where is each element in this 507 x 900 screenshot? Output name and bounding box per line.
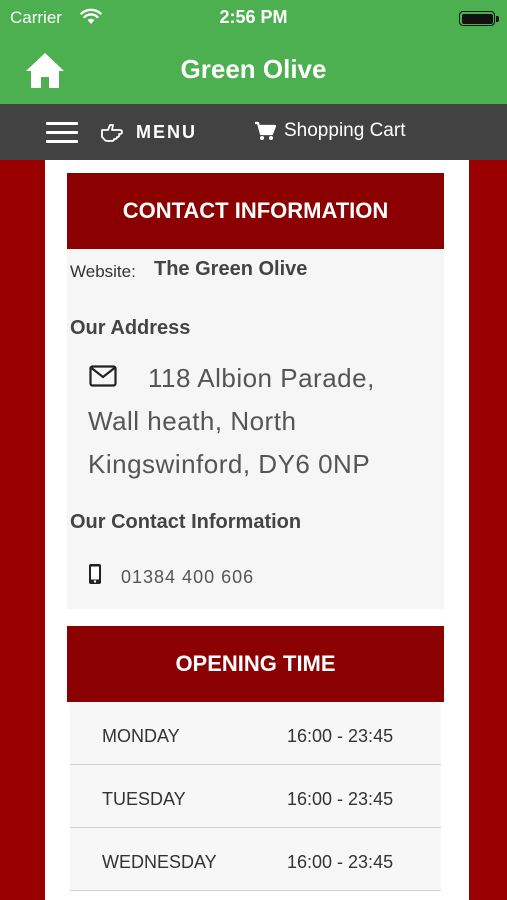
opening-hours-table: MONDAY 16:00 - 23:45 TUESDAY 16:00 - 23:… [70,702,441,891]
time-range: 16:00 - 23:45 [287,852,394,872]
day-label: MONDAY [102,726,180,746]
website-link[interactable]: The Green Olive [154,258,307,281]
app-header: Green Olive [0,36,507,104]
time-range: 16:00 - 23:45 [287,726,394,746]
table-row: MONDAY 16:00 - 23:45 [70,702,441,765]
address-text: 118 Albion Parade, Wall heath, North Kin… [88,363,375,479]
table-row: TUESDAY 16:00 - 23:45 [70,765,441,828]
main-content: CONTACT INFORMATION Website: The Green O… [45,160,469,900]
menu-button[interactable]: MENU [136,122,197,143]
table-row: WEDNESDAY 16:00 - 23:45 [70,828,441,891]
day-label: WEDNESDAY [102,852,217,872]
address-title: Our Address [70,317,191,339]
opening-time-heading: OPENING TIME [67,626,444,702]
status-time: 2:56 PM [219,7,288,27]
mobile-phone-icon [89,564,101,584]
hamburger-menu-icon[interactable] [46,120,78,144]
app-title: Green Olive [180,54,327,84]
hand-pointer-icon [101,124,123,142]
shopping-cart-link[interactable]: Shopping Cart [284,120,405,142]
time-range: 16:00 - 23:45 [287,789,394,809]
contact-information-heading: CONTACT INFORMATION [67,173,444,249]
phone-number-link[interactable]: 01384 400 606 [121,567,254,588]
shopping-cart-icon[interactable] [254,121,276,141]
contact-information-panel: Website: The Green Olive Our Address 118… [67,249,444,609]
website-label: Website: [70,262,136,281]
status-bar: Carrier 2:56 PM [0,0,507,36]
battery-icon [459,11,499,26]
contact-title: Our Contact Information [70,511,302,533]
day-label: TUESDAY [102,789,186,809]
nav-bar: MENU Shopping Cart [0,104,507,160]
